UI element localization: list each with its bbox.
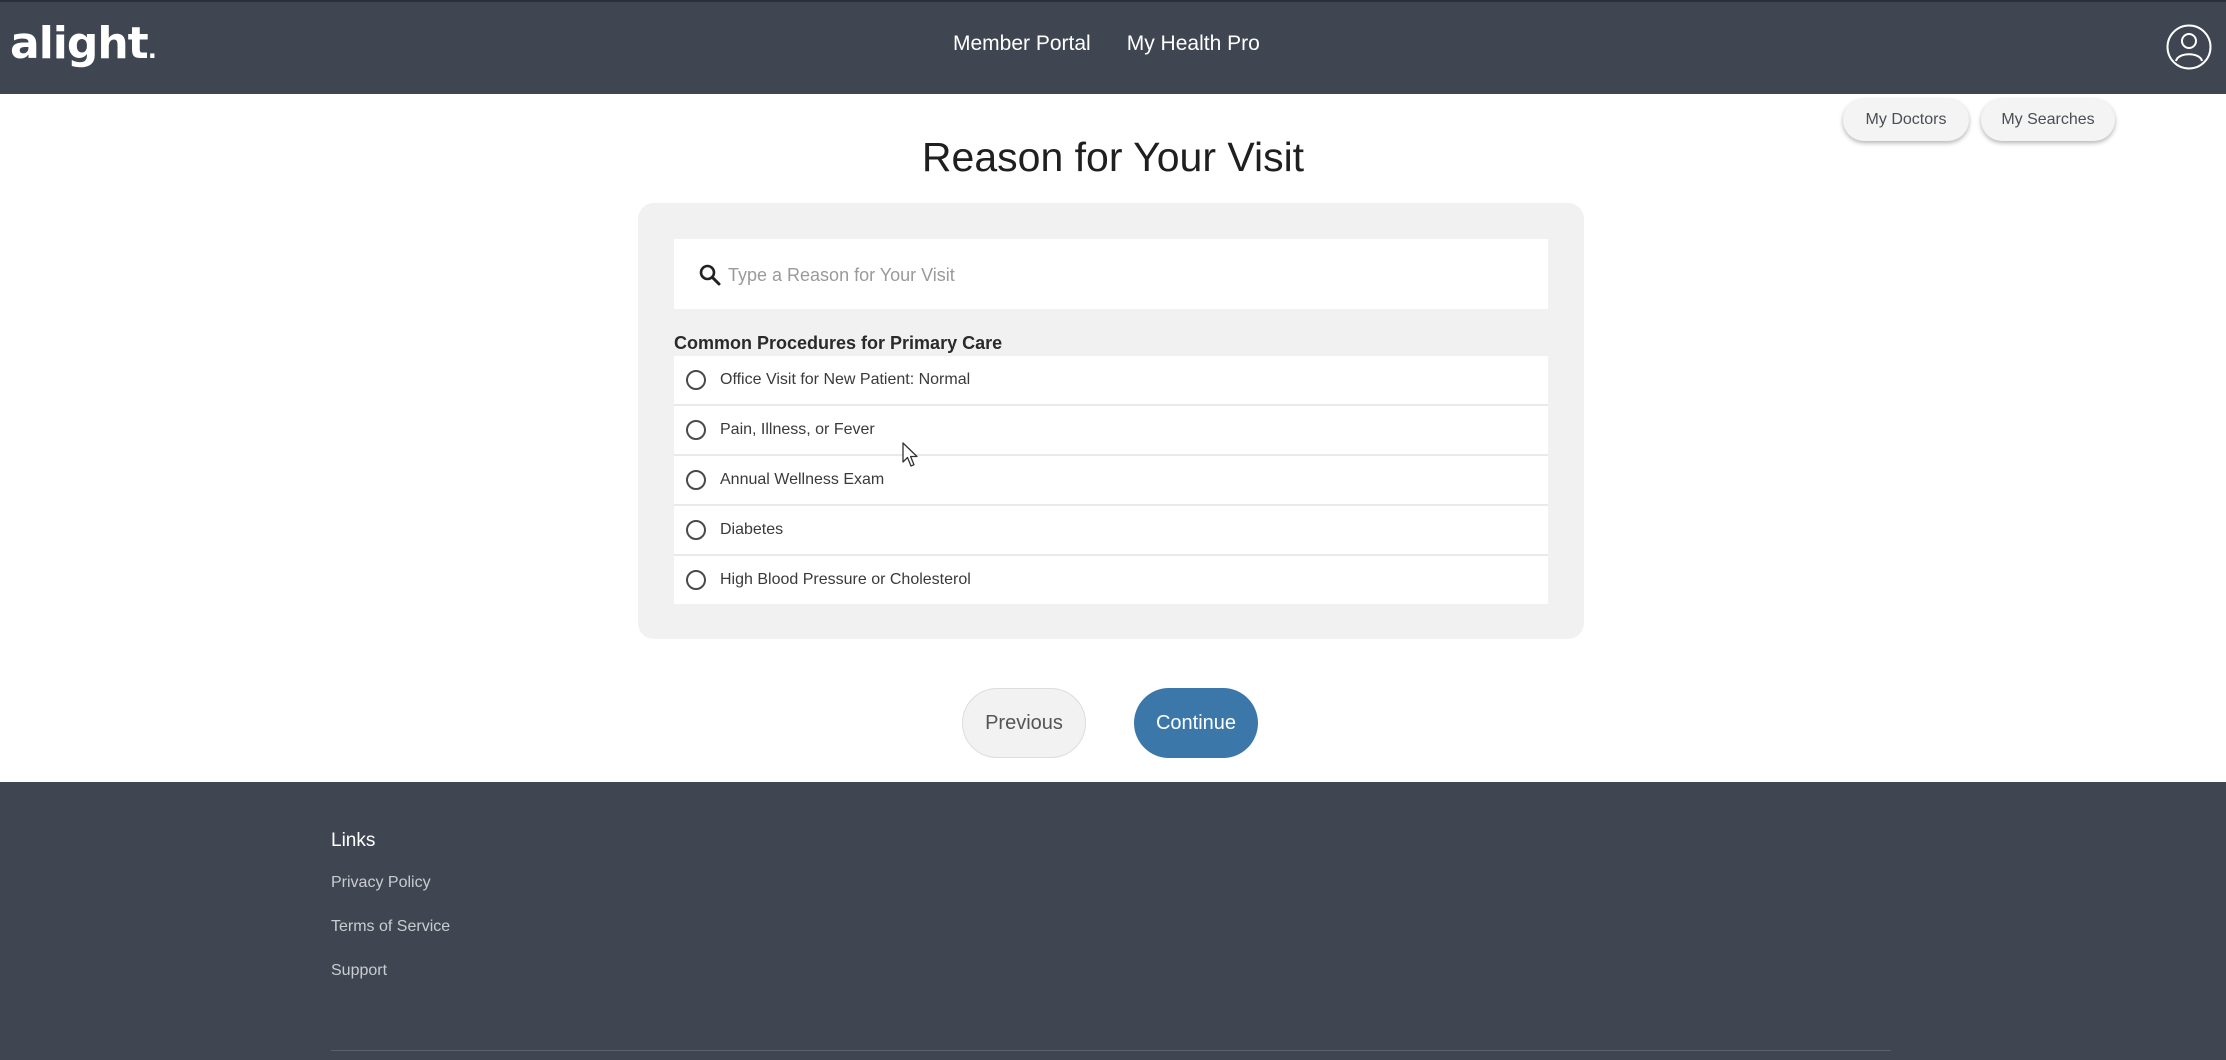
top-header: alight. Member Portal My Health Pro (0, 0, 2226, 94)
terms-of-service-link[interactable]: Terms of Service (331, 918, 450, 936)
support-link[interactable]: Support (331, 962, 387, 980)
procedure-option-pain-illness-fever[interactable]: Pain, Illness, or Fever (674, 406, 1548, 456)
procedure-options: Office Visit for New Patient: Normal Pai… (674, 356, 1548, 604)
logo-text: alight (10, 18, 149, 69)
logo-mark: . (147, 36, 157, 64)
radio-button[interactable] (686, 420, 706, 440)
reason-card: Common Procedures for Primary Care Offic… (638, 203, 1584, 639)
option-label: Diabetes (720, 521, 784, 538)
procedures-heading: Common Procedures for Primary Care (674, 333, 1003, 353)
nav-member-portal[interactable]: Member Portal (953, 32, 1091, 56)
footer: Links Privacy Policy Terms of Service Su… (0, 782, 2226, 1060)
nav-my-health-pro[interactable]: My Health Pro (1127, 32, 1260, 56)
option-label: Annual Wellness Exam (720, 471, 885, 488)
main-nav: Member Portal My Health Pro (953, 32, 1260, 56)
footer-divider (331, 1050, 1891, 1051)
radio-button[interactable] (686, 570, 706, 590)
user-circle-icon[interactable] (2166, 24, 2212, 70)
search-box[interactable] (674, 239, 1548, 311)
procedure-option-annual-wellness[interactable]: Annual Wellness Exam (674, 456, 1548, 506)
option-label: High Blood Pressure or Cholesterol (720, 571, 971, 588)
radio-button[interactable] (686, 470, 706, 490)
search-icon (699, 264, 721, 286)
privacy-policy-link[interactable]: Privacy Policy (331, 874, 431, 892)
radio-button[interactable] (686, 520, 706, 540)
page-title: Reason for Your Visit (921, 134, 1305, 180)
option-label: Office Visit for New Patient: Normal (720, 371, 971, 388)
mouse-cursor-icon (902, 442, 918, 467)
option-label: Pain, Illness, or Fever (720, 421, 875, 438)
alight-logo[interactable]: alight. (10, 18, 157, 69)
procedure-option-blood-pressure[interactable]: High Blood Pressure or Cholesterol (674, 556, 1548, 604)
radio-button[interactable] (686, 370, 706, 390)
procedure-option-office-visit[interactable]: Office Visit for New Patient: Normal (674, 356, 1548, 406)
previous-button[interactable]: Previous (962, 688, 1086, 758)
procedure-option-diabetes[interactable]: Diabetes (674, 506, 1548, 556)
reason-search-input[interactable] (726, 239, 1530, 311)
footer-links-heading: Links (331, 830, 376, 851)
continue-button[interactable]: Continue (1134, 688, 1258, 758)
